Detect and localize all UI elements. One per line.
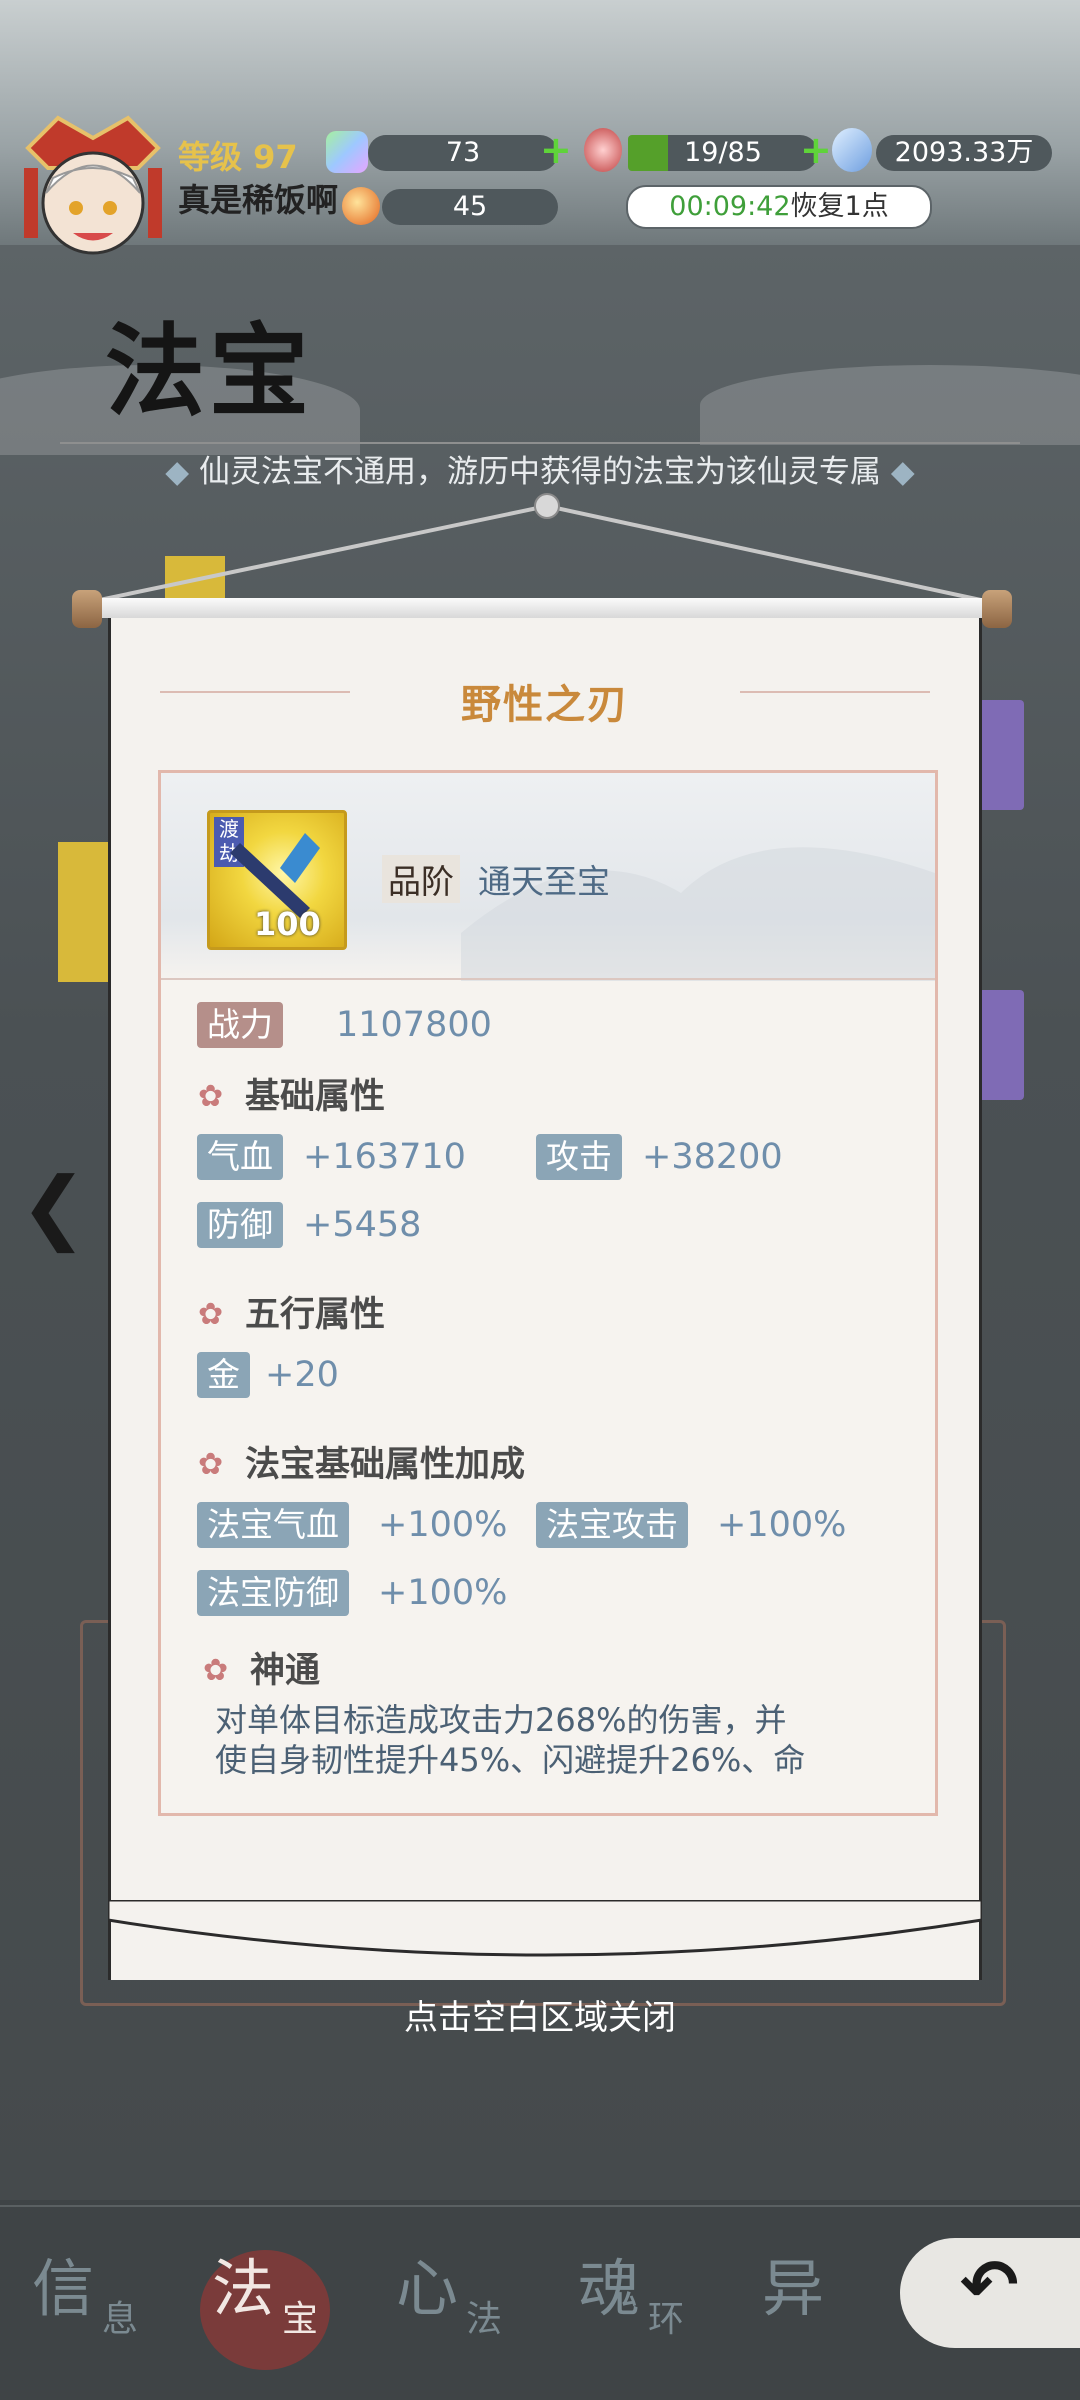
gems-count: 73: [368, 135, 558, 171]
background-item-card: [58, 842, 114, 982]
tab-bar-divider: [0, 2205, 1080, 2207]
gourd-icon: [584, 128, 622, 172]
power-value: 1107800: [336, 1005, 492, 1045]
tab-treasure-sub: 宝: [282, 2299, 319, 2340]
metal-value: +20: [265, 1355, 339, 1395]
tab-soul-ring[interactable]: 魂: [578, 2238, 640, 2328]
previous-arrow-icon[interactable]: ❮: [20, 1160, 87, 1253]
title-divider: [60, 442, 1020, 444]
skill-description: 对单体目标造成攻击力268%的伤害，并 使自身韧性提升45%、闪避提升26%、命: [215, 1700, 915, 1780]
treasure-attack-value: +100%: [717, 1505, 847, 1545]
skill-title: 神通: [250, 1651, 321, 1691]
stamina-bar: [628, 135, 668, 171]
back-button[interactable]: ↶: [900, 2238, 1080, 2348]
scroll-bottom-edge: [108, 1900, 982, 1957]
treasure-attack-label: 法宝攻击: [536, 1502, 688, 1548]
tab-mind-method-sub: 法: [466, 2299, 503, 2340]
tab-info-sub: 息: [102, 2299, 139, 2340]
timer-value: 00:09:42: [669, 191, 791, 222]
player-level: 等级 97: [178, 138, 298, 176]
money-count: 2093.33万: [876, 135, 1052, 171]
flower-icon: ✿: [198, 1079, 224, 1114]
flower-icon: ✿: [203, 1653, 229, 1688]
treasure-defense-label: 法宝防御: [197, 1570, 349, 1616]
scroll-rod: [75, 598, 1005, 618]
item-name: 野性之刃: [461, 682, 629, 728]
crystal-icon: [832, 128, 872, 172]
stamina-timer: 00:09:42恢复1点: [626, 185, 932, 229]
notice-ornament-left: ◆: [165, 454, 190, 490]
defense-value: +5458: [303, 1205, 422, 1245]
stamina-pill: 19/85: [628, 135, 818, 171]
tab-info[interactable]: 信: [32, 2238, 94, 2328]
background-side-card: [976, 700, 1024, 810]
timer-suffix: 恢复1点: [790, 191, 889, 222]
flower-icon: ✿: [198, 1297, 224, 1332]
scroll-rod-end-right: [982, 590, 1012, 628]
attack-label: 攻击: [536, 1134, 622, 1180]
skill-desc-line-2: 使自身韧性提升45%、闪避提升26%、命: [215, 1741, 806, 1779]
close-hint[interactable]: 点击空白区域关闭: [0, 1990, 1080, 2039]
scroll-rod-end-left: [72, 590, 102, 628]
power-label: 战力: [197, 1002, 283, 1048]
skill-desc-line-1: 对单体目标造成攻击力268%的伤害，并: [215, 1701, 787, 1739]
defense-label: 防御: [197, 1202, 283, 1248]
grade-label: 品阶: [382, 855, 460, 903]
background-side-card: [976, 990, 1024, 1100]
player-name: 真是稀饭啊: [178, 181, 339, 219]
hp-value: +163710: [303, 1137, 466, 1177]
treasure-defense-value: +100%: [378, 1573, 508, 1613]
page-title: 法宝: [105, 312, 313, 430]
metal-label: 金: [197, 1352, 250, 1398]
notice-ornament-right: ◆: [890, 454, 915, 490]
treasure-hp-label: 法宝气血: [197, 1502, 349, 1548]
tab-mind-method[interactable]: 心: [396, 2238, 458, 2328]
flower-icon: ✿: [198, 1447, 224, 1482]
item-level: 100: [254, 905, 321, 943]
grade-value: 通天至宝: [478, 862, 610, 901]
player-avatar[interactable]: [18, 108, 168, 268]
back-arrow-icon: ↶: [960, 2244, 1019, 2326]
hp-label: 气血: [197, 1134, 283, 1180]
gem-icon: [326, 131, 368, 173]
header-divider: [161, 978, 935, 980]
treasure-hp-value: +100%: [378, 1505, 508, 1545]
add-stamina-button[interactable]: +: [800, 131, 832, 169]
item-icon[interactable]: 渡劫 100: [207, 810, 347, 950]
base-stats-title: 基础属性: [245, 1077, 386, 1117]
tab-soul-ring-sub: 环: [648, 2299, 685, 2340]
add-gems-button[interactable]: +: [540, 131, 572, 169]
notice-text: 仙灵法宝不通用，游历中获得的法宝为该仙灵专属: [199, 454, 881, 490]
attack-value: +38200: [642, 1137, 783, 1177]
element-stats-title: 五行属性: [245, 1295, 386, 1335]
orb-icon: [342, 187, 380, 225]
page-notice: ◆ 仙灵法宝不通用，游历中获得的法宝为该仙灵专属 ◆: [80, 446, 1000, 491]
tab-other[interactable]: 异: [762, 2238, 824, 2328]
stamina-count: 19/85: [684, 137, 762, 168]
tab-treasure[interactable]: 法: [212, 2238, 274, 2328]
bonus-stats-title: 法宝基础属性加成: [245, 1445, 526, 1485]
orbs-count: 45: [382, 189, 558, 225]
